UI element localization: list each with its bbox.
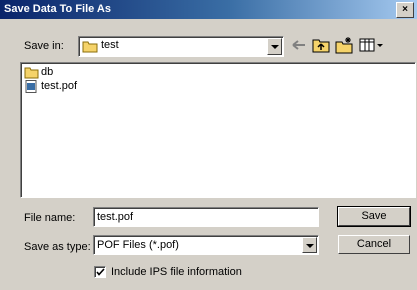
file-name: test.pof [41, 80, 78, 92]
close-button[interactable]: × [396, 2, 414, 18]
up-folder-icon[interactable] [311, 36, 331, 54]
save-button[interactable]: Save [337, 206, 411, 227]
back-arrow-icon[interactable] [289, 36, 309, 54]
file-name: db [41, 66, 54, 78]
save-as-type-dropdown[interactable]: POF Files (*.pof) [93, 235, 319, 255]
folder-icon [82, 40, 98, 56]
include-ips-label: Include IPS file information [111, 266, 242, 278]
file-name-field[interactable]: test.pof [93, 207, 319, 227]
save-in-label: Save in: [24, 40, 64, 52]
title-bar: Save Data To File As × [0, 0, 417, 19]
save-as-type-label: Save as type: [24, 241, 91, 253]
file-name-value: test.pof [97, 211, 134, 223]
dialog-title: Save Data To File As [4, 3, 111, 15]
chevron-down-icon[interactable] [302, 237, 317, 253]
file-icon [24, 80, 39, 96]
chevron-down-icon[interactable] [267, 38, 282, 55]
file-list[interactable]: db test.pof [20, 62, 416, 198]
check-icon [96, 268, 105, 276]
include-ips-checkbox[interactable] [94, 266, 106, 278]
save-in-value: test [101, 39, 119, 51]
view-menu-icon[interactable] [358, 36, 384, 54]
cancel-button[interactable]: Cancel [338, 235, 410, 254]
new-folder-icon[interactable] [334, 36, 354, 54]
file-name-label: File name: [24, 212, 76, 224]
save-in-dropdown[interactable]: test [78, 36, 284, 57]
save-as-type-value: POF Files (*.pof) [97, 239, 179, 251]
